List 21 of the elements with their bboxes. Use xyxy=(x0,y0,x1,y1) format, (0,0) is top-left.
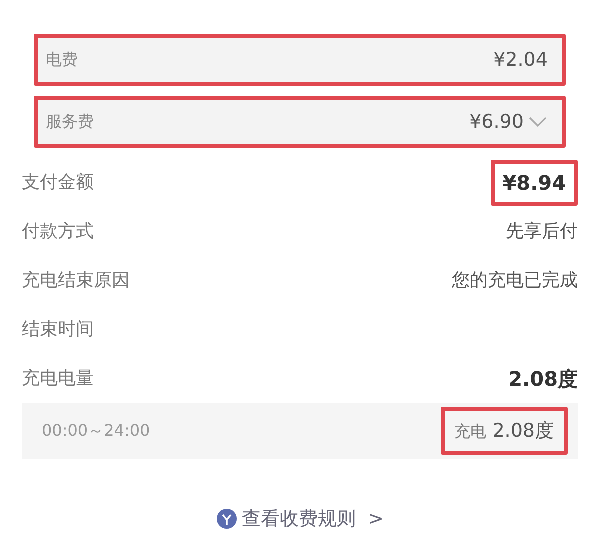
detail-label: 充电电量 xyxy=(22,367,94,391)
detail-value: 2.08度 xyxy=(508,366,578,392)
detail-label: 付款方式 xyxy=(22,220,94,244)
detail-label: 支付金额 xyxy=(22,171,94,195)
arrow-text: > xyxy=(368,507,384,532)
detail-value: 您的充电已完成 xyxy=(452,269,578,293)
charge-amount: 2.08度 xyxy=(492,418,554,444)
fee-label: 电费 xyxy=(46,49,78,71)
detail-label: 结束时间 xyxy=(22,318,94,342)
fee-amount: ¥2.04 xyxy=(494,48,548,73)
charge-label: 充电 xyxy=(454,420,487,443)
fee-amount: ¥6.90 xyxy=(470,110,524,135)
fee-label: 服务费 xyxy=(46,111,94,133)
fee-row[interactable]: 服务费 ¥6.90 xyxy=(34,96,566,148)
detail-value: 先享后付 xyxy=(506,220,578,244)
rules-link[interactable]: 查看收费规则 xyxy=(242,505,356,534)
detail-label: 充电结束原因 xyxy=(22,269,130,293)
time-range: 00:00～24:00 xyxy=(42,420,150,442)
chevron-down-icon[interactable] xyxy=(528,116,548,128)
badge-icon xyxy=(216,508,238,530)
detail-value: ¥8.94 xyxy=(490,160,578,206)
